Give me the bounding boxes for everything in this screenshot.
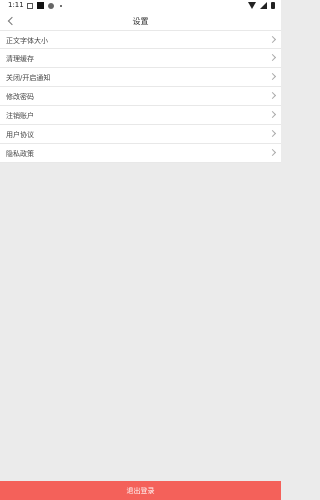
app-header: 设置 (0, 12, 281, 30)
notification-circle-icon (48, 2, 54, 9)
page-title: 设置 (132, 17, 149, 26)
chevron-right-icon (268, 110, 277, 119)
chevron-right-icon (268, 148, 277, 157)
system-icons (248, 2, 275, 9)
chevron-right-icon (268, 129, 277, 138)
status-time: 1:11 (8, 1, 24, 9)
status-bar: 1:11 (0, 0, 281, 12)
logout-button[interactable]: 退出登录 (0, 481, 281, 500)
menu-item-label: 用户协议 (6, 131, 34, 139)
menu-item-label: 正文字体大小 (6, 37, 48, 45)
chevron-right-icon (268, 53, 277, 62)
menu-item-privacy-policy[interactable]: 隐私政策 (0, 144, 281, 163)
chevron-right-icon (268, 91, 277, 100)
menu-item-delete-account[interactable]: 注销账户 (0, 106, 281, 125)
menu-item-label: 关闭/开启通知 (6, 74, 51, 82)
notification-dot-icon (60, 4, 62, 7)
signal-icon (260, 2, 267, 9)
battery-icon (271, 2, 275, 9)
menu-item-label: 隐私政策 (6, 150, 34, 158)
wifi-icon (248, 2, 256, 9)
chevron-right-icon (268, 72, 277, 81)
menu-item-font-size[interactable]: 正文字体大小 (0, 30, 281, 49)
menu-item-clear-cache[interactable]: 清理缓存 (0, 49, 281, 68)
chevron-right-icon (268, 35, 277, 44)
menu-item-label: 修改密码 (6, 93, 34, 101)
settings-menu: 正文字体大小 清理缓存 关闭/开启通知 修改密码 注销账户 用户协议 隐私政策 (0, 30, 281, 163)
menu-item-notifications[interactable]: 关闭/开启通知 (0, 68, 281, 87)
menu-item-user-agreement[interactable]: 用户协议 (0, 125, 281, 144)
notification-square-icon (37, 2, 44, 9)
menu-item-label: 注销账户 (6, 112, 34, 120)
menu-item-change-password[interactable]: 修改密码 (0, 87, 281, 106)
menu-item-label: 清理缓存 (6, 55, 34, 63)
notification-app-icon (27, 2, 33, 9)
notification-icons (27, 2, 62, 9)
